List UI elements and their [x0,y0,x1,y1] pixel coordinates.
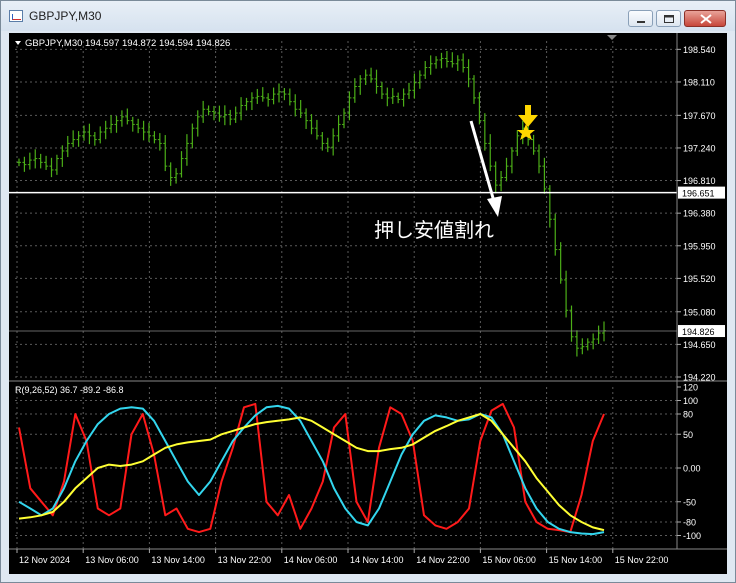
time-tick-label: 15 Nov 14:00 [549,555,603,565]
rsi-tick-label: 0.00 [683,464,701,474]
price-tick-label: 197.240 [683,143,716,153]
rsi-tick-label: -50 [683,497,696,507]
current-price-label: 194.826 [682,327,715,337]
time-tick-label: 13 Nov 22:00 [218,555,272,565]
chart-canvas[interactable]: 196.651 198.540 198.110 197.670 197.240 196.… [9,33,727,574]
axes: 198.540 198.110 197.670 197.240 196.810 196.3… [9,33,727,565]
rsi-tick-label: -80 [683,518,696,528]
time-tick-label: 15 Nov 06:00 [482,555,536,565]
price-tick-label: 198.110 [683,77,715,87]
time-tick-label: 14 Nov 22:00 [416,555,470,565]
price-tick-label: 194.220 [683,373,716,383]
window-title: GBPJPY,M30 [29,9,102,23]
support-line[interactable]: 196.651 [9,186,725,199]
maximize-button[interactable] [656,10,681,27]
price-tick-label: 197.670 [683,111,716,121]
time-tick-label: 12 Nov 2024 [19,555,70,565]
minimize-button[interactable] [628,10,653,27]
chart-window: GBPJPY,M30 196.651 198.540 198.110 197.670… [0,0,736,583]
rsi-tick-label: 50 [683,430,693,440]
scroll-marker-icon[interactable] [607,35,617,40]
minimize-icon [637,21,645,23]
price-tick-label: 195.520 [683,274,716,284]
title-bar[interactable]: GBPJPY,M30 [1,1,735,31]
price-tick-label: 194.650 [683,340,716,350]
time-tick-label: 15 Nov 22:00 [615,555,669,565]
rsi-tick-label: 100 [683,396,698,406]
price-chart-area[interactable]: 196.651 198.540 198.110 197.670 197.240 196.… [9,33,727,574]
annotation-text: 押し安値割れ [374,219,494,242]
time-tick-label: 14 Nov 14:00 [350,555,404,565]
maximize-icon [664,15,674,23]
rsi-tick-label: 80 [683,410,693,420]
time-tick-label: 13 Nov 14:00 [151,555,205,565]
support-level-label: 196.651 [682,189,715,199]
arrow-head-icon [487,196,502,217]
price-tick-label: 196.810 [683,176,716,186]
time-tick-label: 14 Nov 06:00 [284,555,338,565]
indicator-label: R(9,26,52) 36.7 -89.2 -86.8 [15,385,124,395]
close-icon [700,14,712,24]
arrow-down-icon [518,105,538,127]
triangle-down-icon[interactable] [15,41,21,45]
symbol-info: GBPJPY,M30 194.597 194.872 194.594 194.8… [25,38,230,49]
price-tick-label: 196.380 [683,209,716,219]
rsi-52-line [18,413,605,532]
rsi-lines [18,402,605,536]
star-icon [517,124,535,140]
price-tick-label: 198.540 [683,45,716,55]
price-tick-label: 195.950 [683,241,716,251]
price-tick-label: 195.080 [683,307,716,317]
time-tick-label: 13 Nov 06:00 [85,555,139,565]
rsi-tick-label: -100 [683,531,701,541]
rsi-tick-label: 120 [683,383,698,393]
close-button[interactable] [684,10,726,27]
chart-window-icon [9,10,23,22]
grid-lines [15,41,677,549]
price-bars [17,51,606,357]
